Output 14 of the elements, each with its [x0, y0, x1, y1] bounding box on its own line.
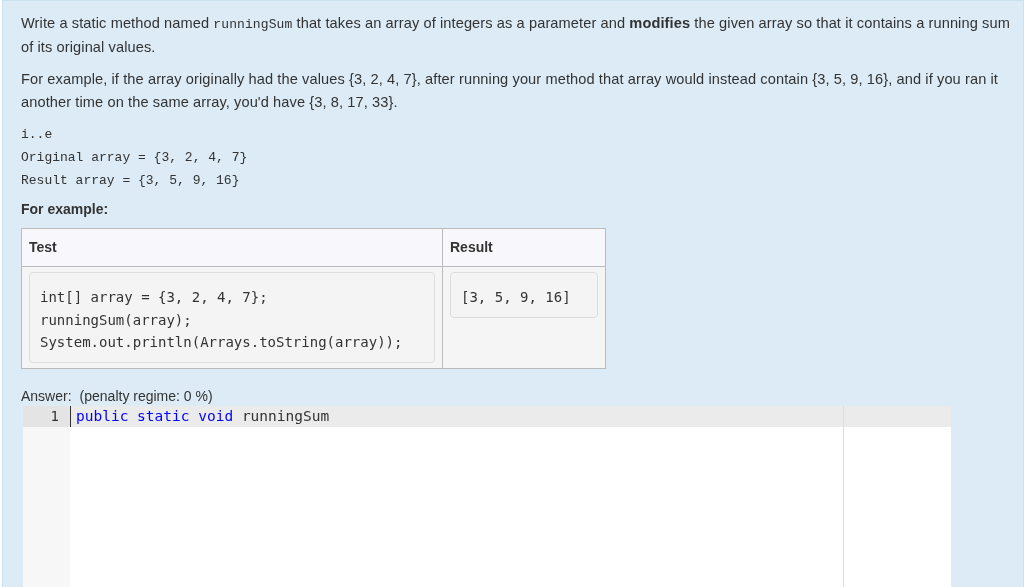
line-number: 1: [23, 405, 70, 427]
test-code: int[] array = {3, 2, 4, 7}; runningSum(array); System.out.println(Arrays.toString(array));: [29, 272, 435, 363]
question-text: For example, if the array originally had the values {3, 2, 4, 7}, after running your method that array would instead contain {3, 5, 9, 16}, and if you ran it another time on the same array, you'd have {3, 8, 17, 33}.: [21, 70, 1000, 112]
column-header: Test: [21, 228, 443, 267]
code-line: Original array = {3, 2, 4, 7}: [21, 149, 249, 167]
column-header: Result: [442, 228, 606, 267]
code-line: Result array = {3, 5, 9, 16}: [21, 172, 241, 190]
code-editor[interactable]: 1 public static void runningSum: [23, 405, 951, 587]
example-heading: For example:: [21, 200, 110, 219]
penalty-text: (penalty regime: 0 %): [79, 386, 213, 406]
code-line: i..e: [21, 126, 54, 144]
question-text: Write a static method named runningSum that takes an array of integers as a parameter and modifies the given array so that it contains a running sum of its original values.: [21, 14, 1011, 57]
answer-label: Answer:: [21, 386, 72, 406]
expected-result: [3, 5, 9, 16]: [450, 272, 598, 318]
